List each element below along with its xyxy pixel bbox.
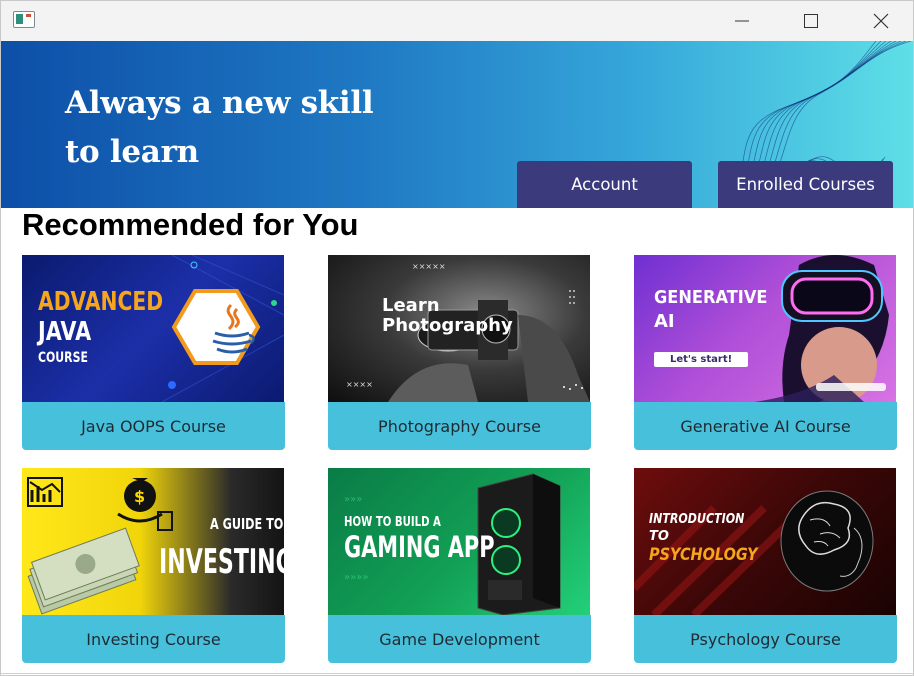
brain-head-icon <box>634 490 874 615</box>
thumb-java-line1: ADVANCED <box>38 287 164 317</box>
thumb-game-line2: GAMING APP <box>344 530 495 564</box>
window-app-icon <box>13 11 35 28</box>
course-button-game-development[interactable]: Game Development <box>328 615 591 663</box>
maximize-icon <box>804 14 818 28</box>
course-thumbnail-investing[interactable]: $ A GUIDE TO INVESTING <box>22 468 284 615</box>
course-button-java[interactable]: Java OOPS Course <box>22 402 285 450</box>
course-thumbnail-game-development[interactable]: »»»»»»» HOW TO BUILD A GAMING APP <box>328 468 590 615</box>
course-button-investing[interactable]: Investing Course <box>22 615 285 663</box>
course-button-photography[interactable]: Photography Course <box>328 402 591 450</box>
thumb-investing-line1: A GUIDE TO <box>210 515 284 533</box>
maximize-button[interactable] <box>788 1 834 41</box>
thumb-psychology-line1: INTRODUCTION <box>649 512 745 527</box>
course-card-photography[interactable]: ××××× ×××× Learn Photography Photography … <box>328 255 591 450</box>
java-coffee-icon <box>212 303 255 354</box>
headline-line-2: to learn <box>65 134 199 170</box>
account-button[interactable]: Account <box>517 161 692 208</box>
close-icon <box>873 13 889 29</box>
title-bar <box>1 1 913 41</box>
thumb-java-line3: COURSE <box>38 350 88 366</box>
thumb-ai-line1: GENERATIVE <box>654 287 768 308</box>
course-thumbnail-generative-ai[interactable]: GENERATIVE AI Let's start! <box>634 255 896 402</box>
svg-text:»»»»: »»»» <box>344 572 368 583</box>
close-button[interactable] <box>858 1 904 41</box>
course-card-psychology[interactable]: INTRODUCTION TO PSYCHOLOGY Psychology Co… <box>634 468 897 663</box>
thumb-investing-line2: INVESTING <box>159 542 284 582</box>
thumb-psychology-line2: TO <box>649 529 669 544</box>
thumb-java-line2: JAVA <box>38 317 92 347</box>
app-window: Always a new skill to learn Account Enro… <box>0 0 914 676</box>
course-button-generative-ai[interactable]: Generative AI Course <box>634 402 897 450</box>
svg-text:»»»: »»» <box>344 494 362 505</box>
thumb-photography-line2: Photography <box>382 315 513 336</box>
thumb-ai-line2: AI <box>654 311 675 332</box>
svg-text:$: $ <box>134 487 145 506</box>
thumb-photography-line1: Learn <box>382 295 440 316</box>
minimize-icon <box>735 20 749 22</box>
minimize-button[interactable] <box>719 1 765 41</box>
hero-banner: Always a new skill to learn Account Enro… <box>1 41 913 208</box>
window-bottom-divider <box>1 673 913 674</box>
course-card-generative-ai[interactable]: GENERATIVE AI Let's start! Generative AI… <box>634 255 897 450</box>
svg-text:××××: ×××× <box>346 380 373 389</box>
course-button-psychology[interactable]: Psychology Course <box>634 615 897 663</box>
enrolled-courses-button[interactable]: Enrolled Courses <box>718 161 893 208</box>
course-card-java[interactable]: ADVANCED JAVA COURSE Java OOPS Course <box>22 255 285 450</box>
banner-headline: Always a new skill to learn <box>65 79 374 177</box>
course-card-game-development[interactable]: »»»»»»» HOW TO BUILD A GAMING APP Game D… <box>328 468 591 663</box>
thumb-psychology-line3: PSYCHOLOGY <box>649 545 758 565</box>
section-title: Recommended for You <box>22 207 359 242</box>
course-thumbnail-photography[interactable]: ××××× ×××× Learn Photography <box>328 255 590 402</box>
course-thumbnail-java[interactable]: ADVANCED JAVA COURSE <box>22 255 284 402</box>
thumb-game-line1: HOW TO BUILD A <box>344 515 441 530</box>
course-thumbnail-psychology[interactable]: INTRODUCTION TO PSYCHOLOGY <box>634 468 896 615</box>
thumb-ai-cta: Let's start! <box>654 352 749 367</box>
headline-line-1: Always a new skill <box>65 85 374 121</box>
course-card-investing[interactable]: $ A GUIDE TO INVESTING Investing Course <box>22 468 285 663</box>
svg-text:×××××: ××××× <box>412 262 446 271</box>
